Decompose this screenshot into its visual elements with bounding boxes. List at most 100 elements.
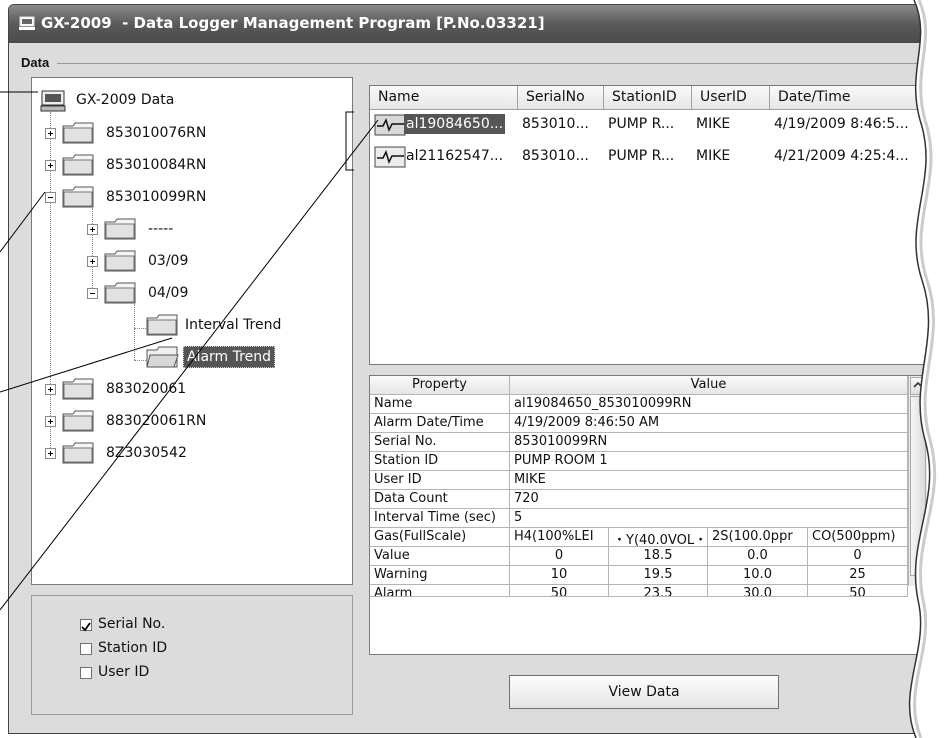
- file-name: al19084650...: [404, 114, 506, 134]
- property-name: User ID: [370, 471, 510, 490]
- reading-value: 18.5: [609, 547, 708, 566]
- reading-value: 0.0: [708, 547, 808, 566]
- property-name: Interval Time (sec): [370, 509, 510, 528]
- expand-icon[interactable]: [45, 384, 56, 395]
- column-header-name[interactable]: Name: [370, 86, 518, 110]
- property-grid[interactable]: Property Value Name al19084650_853010099…: [369, 375, 931, 655]
- checkmark-icon: [81, 622, 91, 632]
- property-value: PUMP ROOM 1: [510, 452, 908, 471]
- expand-icon[interactable]: [45, 160, 56, 171]
- reading-value: 0: [510, 547, 609, 566]
- expand-icon[interactable]: [45, 128, 56, 139]
- title-bar[interactable]: GX-2009 - Data Logger Management Program…: [9, 5, 945, 43]
- property-value: 5: [510, 509, 908, 528]
- gas-value: 2S(100.0ppr: [708, 528, 808, 547]
- property-value: 4/19/2009 8:46:50 AM: [510, 414, 908, 433]
- gas-value: CO(500ppm): [808, 528, 908, 547]
- alarm-value: 23.5: [609, 585, 708, 597]
- tree-root-label[interactable]: GX-2009 Data: [76, 92, 174, 108]
- column-header-stationid[interactable]: StationID: [604, 86, 692, 110]
- file-datetime: 4/19/2009 8:46:5...: [774, 116, 909, 132]
- folder-icon: [104, 250, 136, 272]
- file-station: PUMP R...: [608, 116, 675, 132]
- property-name: Value: [370, 547, 510, 566]
- file-row-selected[interactable]: al19084650... 853010... PUMP R... MIKE 4…: [374, 112, 914, 138]
- property-value: 853010099RN: [510, 433, 908, 452]
- alarm-value: 50: [510, 585, 609, 597]
- computer-icon: [40, 90, 66, 112]
- user-id-label[interactable]: User ID: [98, 664, 149, 680]
- expand-icon[interactable]: [87, 256, 98, 267]
- gas-value: H4(100%LEI: [510, 528, 609, 547]
- expand-icon[interactable]: [87, 224, 98, 235]
- serial-no-checkbox[interactable]: [80, 619, 92, 632]
- file-user: MIKE: [696, 148, 731, 164]
- station-id-label[interactable]: Station ID: [98, 640, 167, 656]
- alarm-value: 50: [808, 585, 908, 597]
- view-data-button[interactable]: View Data: [509, 675, 779, 709]
- column-header-serialno[interactable]: SerialNo: [518, 86, 604, 110]
- folder-icon: [62, 122, 94, 144]
- property-name: Alarm: [370, 585, 510, 597]
- property-value: 720: [510, 490, 908, 509]
- gas-value: ・Y(40.0VOL・: [609, 528, 708, 547]
- file-icon: [374, 146, 406, 168]
- property-name: Station ID: [370, 452, 510, 471]
- station-id-checkbox[interactable]: [80, 643, 92, 655]
- property-name: Data Count: [370, 490, 510, 509]
- column-header-datetime[interactable]: Date/Time: [770, 86, 930, 110]
- tree-connector: [92, 208, 93, 298]
- window-title: GX-2009 - Data Logger Management Program…: [41, 14, 545, 32]
- scroll-up-button[interactable]: [910, 377, 926, 395]
- app-window: GX-2009 - Data Logger Management Program…: [8, 4, 946, 734]
- file-datetime: 4/21/2009 4:25:4...: [774, 148, 909, 164]
- scroll-thumb[interactable]: [910, 396, 926, 576]
- chevron-up-icon: [913, 381, 923, 388]
- group-divider: [57, 63, 937, 64]
- file-serial: 853010...: [522, 148, 589, 164]
- folder-icon: [62, 410, 94, 432]
- file-serial: 853010...: [522, 116, 589, 132]
- display-options: Serial No. Station ID User ID: [31, 595, 353, 715]
- vertical-scrollbar[interactable]: [908, 376, 927, 586]
- property-header: Property: [370, 376, 510, 395]
- property-name: Alarm Date/Time: [370, 414, 510, 433]
- collapse-icon[interactable]: [87, 288, 98, 299]
- warning-value: 25: [808, 566, 908, 585]
- open-folder-icon: [146, 346, 179, 368]
- file-list[interactable]: Name SerialNo StationID UserID Date/Time…: [369, 85, 931, 365]
- expand-icon[interactable]: [45, 448, 56, 459]
- property-name: Name: [370, 395, 510, 414]
- folder-icon: [62, 186, 94, 208]
- collapse-icon[interactable]: [45, 192, 56, 203]
- property-name: Gas(FullScale): [370, 528, 510, 547]
- folder-icon: [62, 378, 94, 400]
- folder-icon: [104, 218, 136, 240]
- window-icon: [19, 16, 35, 30]
- folder-icon: [104, 282, 136, 304]
- property-value: MIKE: [510, 471, 908, 490]
- value-header: Value: [510, 376, 908, 395]
- property-name: Warning: [370, 566, 510, 585]
- data-tree[interactable]: GX-2009 Data 853010076RN 853010084RN 853…: [31, 77, 353, 585]
- alarm-value: 30.0: [708, 585, 808, 597]
- warning-value: 10.0: [708, 566, 808, 585]
- file-station: PUMP R...: [608, 148, 675, 164]
- folder-icon: [62, 154, 94, 176]
- file-row[interactable]: al21162547... 853010... PUMP R... MIKE 4…: [374, 144, 914, 170]
- property-value: al19084650_853010099RN: [510, 395, 908, 414]
- data-group-label: Data: [21, 55, 50, 70]
- reading-value: 0: [808, 547, 908, 566]
- warning-value: 19.5: [609, 566, 708, 585]
- file-icon: [374, 114, 406, 136]
- expand-icon[interactable]: [45, 416, 56, 427]
- folder-icon: [146, 314, 178, 336]
- property-name: Serial No.: [370, 433, 510, 452]
- user-id-checkbox[interactable]: [80, 667, 92, 679]
- file-user: MIKE: [696, 116, 731, 132]
- folder-icon: [62, 442, 94, 464]
- column-header-userid[interactable]: UserID: [692, 86, 770, 110]
- warning-value: 10: [510, 566, 609, 585]
- file-name: al21162547...: [406, 148, 504, 164]
- serial-no-label[interactable]: Serial No.: [98, 616, 165, 632]
